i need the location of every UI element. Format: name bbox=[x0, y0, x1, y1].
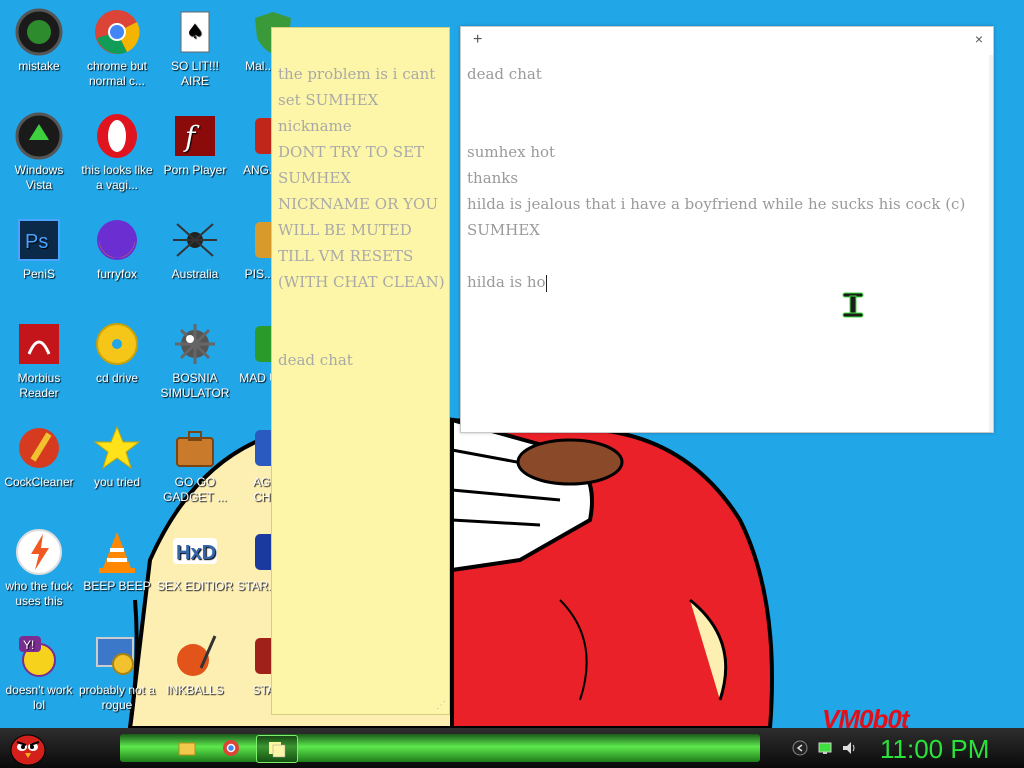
desktop-icon-label: who the fuck uses this bbox=[5, 579, 73, 608]
hxd-icon: HxD bbox=[171, 528, 219, 576]
text-line: SUMHEX bbox=[467, 221, 540, 239]
folder-icon bbox=[178, 742, 196, 756]
flash-icon: f bbox=[171, 112, 219, 160]
desktop-icon-label: probably not a rogue bbox=[78, 683, 156, 712]
start-button-angry-bird-icon[interactable] bbox=[8, 729, 48, 767]
opera-icon bbox=[93, 112, 141, 160]
cd-icon bbox=[93, 320, 141, 368]
desktop-icon-label: doesn't work lol bbox=[5, 683, 73, 712]
text-caret bbox=[545, 274, 547, 292]
scrollbar[interactable] bbox=[989, 55, 993, 432]
desktop-icon-label: mistake bbox=[18, 59, 60, 73]
desktop-icon-bosnia-simulator[interactable]: BOSNIA SIMULATOR bbox=[156, 314, 234, 401]
text-line-current: hilda is ho bbox=[467, 269, 982, 295]
desktop-icon-label: SEX EDITIOR bbox=[156, 579, 233, 593]
text-line bbox=[467, 113, 982, 139]
desktop-icon-label: Morbius Reader bbox=[17, 371, 61, 400]
pdf-reader-icon bbox=[15, 320, 63, 368]
text-line: hilda is jealous that i have a boyfriend… bbox=[467, 195, 966, 213]
sticky-note[interactable]: the problem is i cant set SUMHEX nicknam… bbox=[271, 27, 450, 715]
desktop-icon-porn-player[interactable]: f Porn Player bbox=[156, 106, 234, 178]
desktop-icon-beep-beep[interactable]: BEEP BEEP bbox=[78, 522, 156, 594]
firefox-icon bbox=[93, 216, 141, 264]
star-icon bbox=[93, 424, 141, 472]
note-window-text[interactable]: dead chat sumhex hot thanks hilda is jea… bbox=[467, 61, 982, 295]
network-icon[interactable] bbox=[817, 740, 833, 756]
desktop-icon-label: you tried bbox=[93, 475, 141, 489]
desktop-icon-go-go-gadget[interactable]: GO GO GADGET ... bbox=[156, 418, 234, 505]
desktop-icon-label: BEEP BEEP bbox=[83, 579, 151, 593]
sticky-notes-icon bbox=[269, 742, 286, 758]
resize-grip-icon[interactable]: ⋰ bbox=[436, 700, 446, 711]
text-line bbox=[467, 243, 982, 269]
circle-icon bbox=[15, 8, 63, 56]
desktop-icon-label: Australia bbox=[171, 267, 219, 281]
add-note-button[interactable]: + bbox=[473, 31, 482, 49]
vlc-cone-icon bbox=[93, 528, 141, 576]
text-line bbox=[467, 87, 982, 113]
taskbar-sticky-notes-button[interactable] bbox=[256, 735, 298, 763]
chrome-icon bbox=[93, 8, 141, 56]
text-line: thanks bbox=[467, 169, 519, 187]
photoshop-icon: Ps bbox=[15, 216, 63, 264]
taskbar-chrome-button[interactable] bbox=[216, 735, 246, 761]
close-button[interactable]: × bbox=[975, 31, 983, 47]
desktop-icon-who-the-fuck[interactable]: who the fuck uses this bbox=[0, 522, 78, 609]
briefcase-icon bbox=[171, 424, 219, 472]
desktop-icon-label: SO LIT!!! AIRE bbox=[170, 59, 219, 88]
desktop-icon-label: this looks like a vagi... bbox=[81, 163, 153, 192]
desktop-icon-inkballs[interactable]: INKBALLS bbox=[156, 626, 234, 698]
ink-ball-icon bbox=[171, 632, 219, 680]
spider-icon bbox=[171, 216, 219, 264]
text-line: dead chat bbox=[467, 65, 542, 83]
lightning-icon bbox=[15, 528, 63, 576]
desktop-icon-penis[interactable]: Ps PeniS bbox=[0, 210, 78, 282]
desktop-icon-label: cd drive bbox=[95, 371, 139, 385]
desktop-icon-label: PeniS bbox=[22, 267, 56, 281]
taskbar-clock[interactable]: 11:00 PM bbox=[880, 732, 989, 766]
chrome-icon bbox=[223, 740, 239, 756]
note-window[interactable]: + × dead chat sumhex hot thanks hilda is… bbox=[460, 26, 994, 433]
desktop-icon-label: chrome but normal c... bbox=[86, 59, 148, 88]
svg-text:♠: ♠ bbox=[186, 19, 204, 43]
desktop-icon-chrome[interactable]: chrome but normal c... bbox=[78, 2, 156, 89]
cleaner-icon bbox=[15, 424, 63, 472]
sticky-note-text[interactable]: the problem is i cant set SUMHEX nicknam… bbox=[278, 61, 446, 373]
svg-text:HxD: HxD bbox=[176, 542, 216, 564]
volume-icon[interactable] bbox=[841, 740, 857, 756]
desktop-icon-label: Porn Player bbox=[163, 163, 227, 177]
text-line: sumhex hot bbox=[467, 143, 556, 161]
desktop-icon-windows-vista[interactable]: Windows Vista bbox=[0, 106, 78, 193]
desktop-icon-label: furryfox bbox=[96, 267, 137, 281]
desktop-icon-mistake[interactable]: mistake bbox=[0, 2, 78, 74]
show-hidden-icons-icon[interactable] bbox=[792, 740, 808, 756]
note-window-titlebar[interactable]: + × bbox=[461, 27, 993, 55]
settings-monitor-icon bbox=[93, 632, 141, 680]
desktop-icon-doesnt-work[interactable]: Y! doesn't work lol bbox=[0, 626, 78, 713]
desktop-icon-australia[interactable]: Australia bbox=[156, 210, 234, 282]
desktop-icon-label: INKBALLS bbox=[166, 683, 224, 697]
desktop-icon-furryfox[interactable]: furryfox bbox=[78, 210, 156, 282]
desktop-icon-label: GO GO GADGET ... bbox=[163, 475, 227, 504]
svg-text:Y!: Y! bbox=[23, 638, 34, 652]
ibeam-cursor-icon bbox=[842, 292, 864, 318]
desktop-icon-morbius-reader[interactable]: Morbius Reader bbox=[0, 314, 78, 401]
desktop-icon-label: Windows Vista bbox=[14, 163, 64, 192]
desktop-icon-sex-editior[interactable]: HxD SEX EDITIOR bbox=[156, 522, 234, 594]
recycle-icon bbox=[15, 112, 63, 160]
desktop-icon-cockcleaner[interactable]: CockCleaner bbox=[0, 418, 78, 490]
desktop-icon-probably-not-a-rogue[interactable]: probably not a rogue bbox=[78, 626, 156, 713]
mine-icon bbox=[171, 320, 219, 368]
svg-text:Ps: Ps bbox=[25, 231, 48, 253]
desktop-icon-you-tried[interactable]: you tried bbox=[78, 418, 156, 490]
desktop-icon-so-lit[interactable]: ♠ SO LIT!!! AIRE bbox=[156, 2, 234, 89]
desktop-icon-label: BOSNIA SIMULATOR bbox=[160, 371, 230, 400]
desktop-icon-cd-drive[interactable]: cd drive bbox=[78, 314, 156, 386]
taskbar-explorer-button[interactable] bbox=[172, 735, 202, 761]
cards-icon: ♠ bbox=[171, 8, 219, 56]
text-line: hilda is ho bbox=[467, 273, 546, 291]
yahoo-messenger-icon: Y! bbox=[15, 632, 63, 680]
desktop-icon-opera[interactable]: this looks like a vagi... bbox=[78, 106, 156, 193]
desktop-icon-label: CockCleaner bbox=[4, 475, 74, 489]
